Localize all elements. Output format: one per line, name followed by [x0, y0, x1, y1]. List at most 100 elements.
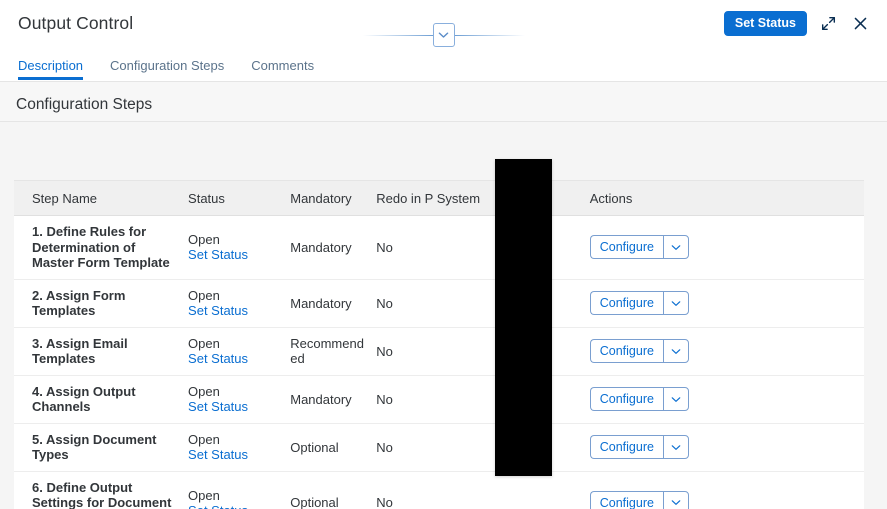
tab-description[interactable]: Description — [18, 58, 97, 80]
chevron-down-icon — [671, 300, 681, 306]
cell-mandatory: Optional — [290, 471, 377, 509]
step-name-text: 2. Assign Form Templates — [32, 287, 126, 319]
section-header: Configuration Steps — [0, 82, 887, 126]
header-actions: Set Status — [723, 10, 871, 36]
set-status-link[interactable]: Set Status — [188, 503, 282, 509]
column-header-status[interactable]: Status — [188, 181, 291, 216]
page-title: Output Control — [18, 12, 134, 33]
cell-status: OpenSet Status — [188, 375, 291, 424]
collapse-toggle-button[interactable] — [432, 23, 455, 47]
table-row[interactable]: 2. Assign Form Templates Open Set Status Ma… — [14, 279, 864, 328]
close-icon[interactable] — [849, 12, 871, 34]
configure-dropdown-button[interactable] — [662, 235, 689, 260]
cell-redo-in-p-system: No — [376, 279, 508, 328]
table-row[interactable]: 5. Assign Document Types Open Set Status Op… — [14, 423, 864, 472]
configuration-steps-table-container: Step Name Status Mandatory Redo in P Sys… — [14, 158, 864, 509]
configure-dropdown-button[interactable] — [662, 291, 689, 315]
cell-status: OpenSet Status — [188, 423, 291, 472]
mandatory-value: Recommended — [290, 336, 364, 366]
cell-redo-in-p-system: No — [376, 471, 508, 509]
configure-split-button[interactable]: Configure — [589, 339, 689, 363]
mandatory-value: Mandatory — [290, 239, 352, 255]
configure-split-button[interactable]: Configure — [589, 291, 689, 315]
chevron-down-icon — [438, 32, 449, 38]
cell-status: OpenSet Status — [188, 215, 291, 280]
configure-split-button[interactable]: Configure — [589, 490, 689, 509]
cell-step-name: 4. Assign Output Channels — [14, 375, 189, 424]
status-value: Open — [188, 487, 220, 503]
table-row[interactable]: 1. Define Rules for Determination of Mas… — [14, 215, 864, 280]
cell-mandatory: Mandatory — [290, 375, 377, 424]
configure-split-button[interactable]: Configure — [589, 235, 689, 260]
cell-actions: Configure — [589, 215, 864, 280]
column-header-mandatory[interactable]: Mandatory — [290, 181, 377, 216]
cell-step-name: 5. Assign Document Types — [14, 423, 189, 472]
cell-step-name: 6. Define Output Settings for Document T… — [14, 471, 189, 509]
set-status-link[interactable]: Set Status — [188, 351, 282, 366]
set-status-link[interactable]: Set Status — [188, 399, 282, 414]
set-status-link[interactable]: Set Status — [188, 303, 282, 318]
status-value: Open — [188, 384, 220, 399]
configuration-steps-table: Step Name Status Mandatory Redo in P Sys… — [14, 181, 864, 509]
configure-dropdown-button[interactable] — [662, 435, 689, 459]
status-value: Open — [188, 288, 220, 303]
step-name-text: 4. Assign Output Channels — [32, 383, 136, 415]
set-status-button[interactable]: Set Status — [723, 10, 807, 36]
chevron-down-icon — [671, 396, 681, 402]
chevron-down-icon — [671, 444, 681, 450]
configure-split-button[interactable]: Configure — [589, 387, 689, 411]
cell-redo-in-p-system: No — [376, 375, 508, 424]
cell-step-name: 3. Assign Email Templates — [14, 327, 189, 376]
chevron-down-icon — [671, 348, 681, 354]
configure-button[interactable]: Configure — [589, 490, 663, 509]
mandatory-value: Optional — [290, 495, 339, 509]
table-row[interactable]: 6. Define Output Settings for Document T… — [14, 471, 864, 509]
configure-split-button[interactable]: Configure — [589, 435, 689, 459]
configure-button[interactable]: Configure — [589, 435, 663, 459]
column-header-step-name[interactable]: Step Name — [14, 181, 189, 216]
configure-dropdown-button[interactable] — [662, 490, 689, 509]
chevron-down-icon — [671, 500, 681, 506]
cell-mandatory: Mandatory — [290, 215, 377, 280]
step-name-text: 3. Assign Email Templates — [32, 335, 128, 367]
content-area: Step Name Status Mandatory Redo in P Sys… — [0, 122, 887, 509]
cell-actions: Configure — [589, 423, 864, 472]
column-header-redo-in-p-system[interactable]: Redo in P System — [376, 181, 508, 216]
output-control-dialog: Output Control Set Status Description Co… — [0, 0, 887, 509]
table-body: 1. Define Rules for Determination of Mas… — [14, 215, 864, 509]
cell-redo-in-p-system: No — [376, 327, 508, 376]
cell-actions: Configure — [589, 375, 864, 424]
cell-actions: Configure — [589, 471, 864, 509]
status-value: Open — [188, 432, 220, 447]
cell-actions: Configure — [589, 327, 864, 376]
cell-mandatory: Mandatory — [290, 279, 377, 328]
table-row[interactable]: 4. Assign Output Channels Open Set Status M… — [14, 375, 864, 424]
dialog-header: Output Control Set Status Description Co… — [0, 0, 887, 82]
set-status-link[interactable]: Set Status — [188, 247, 282, 262]
configure-button[interactable]: Configure — [589, 291, 663, 315]
table-row[interactable]: 3. Assign Email Templates Open Set Status R… — [14, 327, 864, 376]
configure-dropdown-button[interactable] — [662, 387, 689, 411]
configure-dropdown-button[interactable] — [662, 339, 689, 363]
tab-comments[interactable]: Comments — [251, 58, 328, 80]
tab-bar: Description Configuration Steps Comments — [0, 46, 887, 80]
configure-button[interactable]: Configure — [589, 339, 663, 363]
column-header-actions[interactable]: Actions — [589, 181, 864, 216]
full-screen-icon[interactable] — [817, 12, 839, 34]
mandatory-value: Mandatory — [290, 391, 352, 407]
step-name-text: 1. Define Rules for Determination of Mas… — [32, 224, 170, 270]
mandatory-value: Mandatory — [290, 295, 352, 311]
configure-button[interactable]: Configure — [589, 235, 663, 260]
cell-redo-in-p-system: No — [376, 423, 508, 472]
step-name-text: 6. Define Output Settings for Document T… — [32, 479, 172, 509]
cell-mandatory: Optional — [290, 423, 377, 472]
cell-mandatory: Recommended — [290, 327, 377, 376]
configure-button[interactable]: Configure — [589, 387, 663, 411]
cell-status: OpenSet Status — [188, 327, 291, 376]
cell-step-name: 1. Define Rules for Determination of Mas… — [14, 215, 189, 280]
id-column-redaction — [494, 158, 552, 476]
cell-id — [507, 471, 590, 509]
tab-configuration-steps[interactable]: Configuration Steps — [110, 58, 238, 80]
step-name-text: 5. Assign Document Types — [32, 431, 157, 463]
set-status-link[interactable]: Set Status — [188, 447, 282, 462]
